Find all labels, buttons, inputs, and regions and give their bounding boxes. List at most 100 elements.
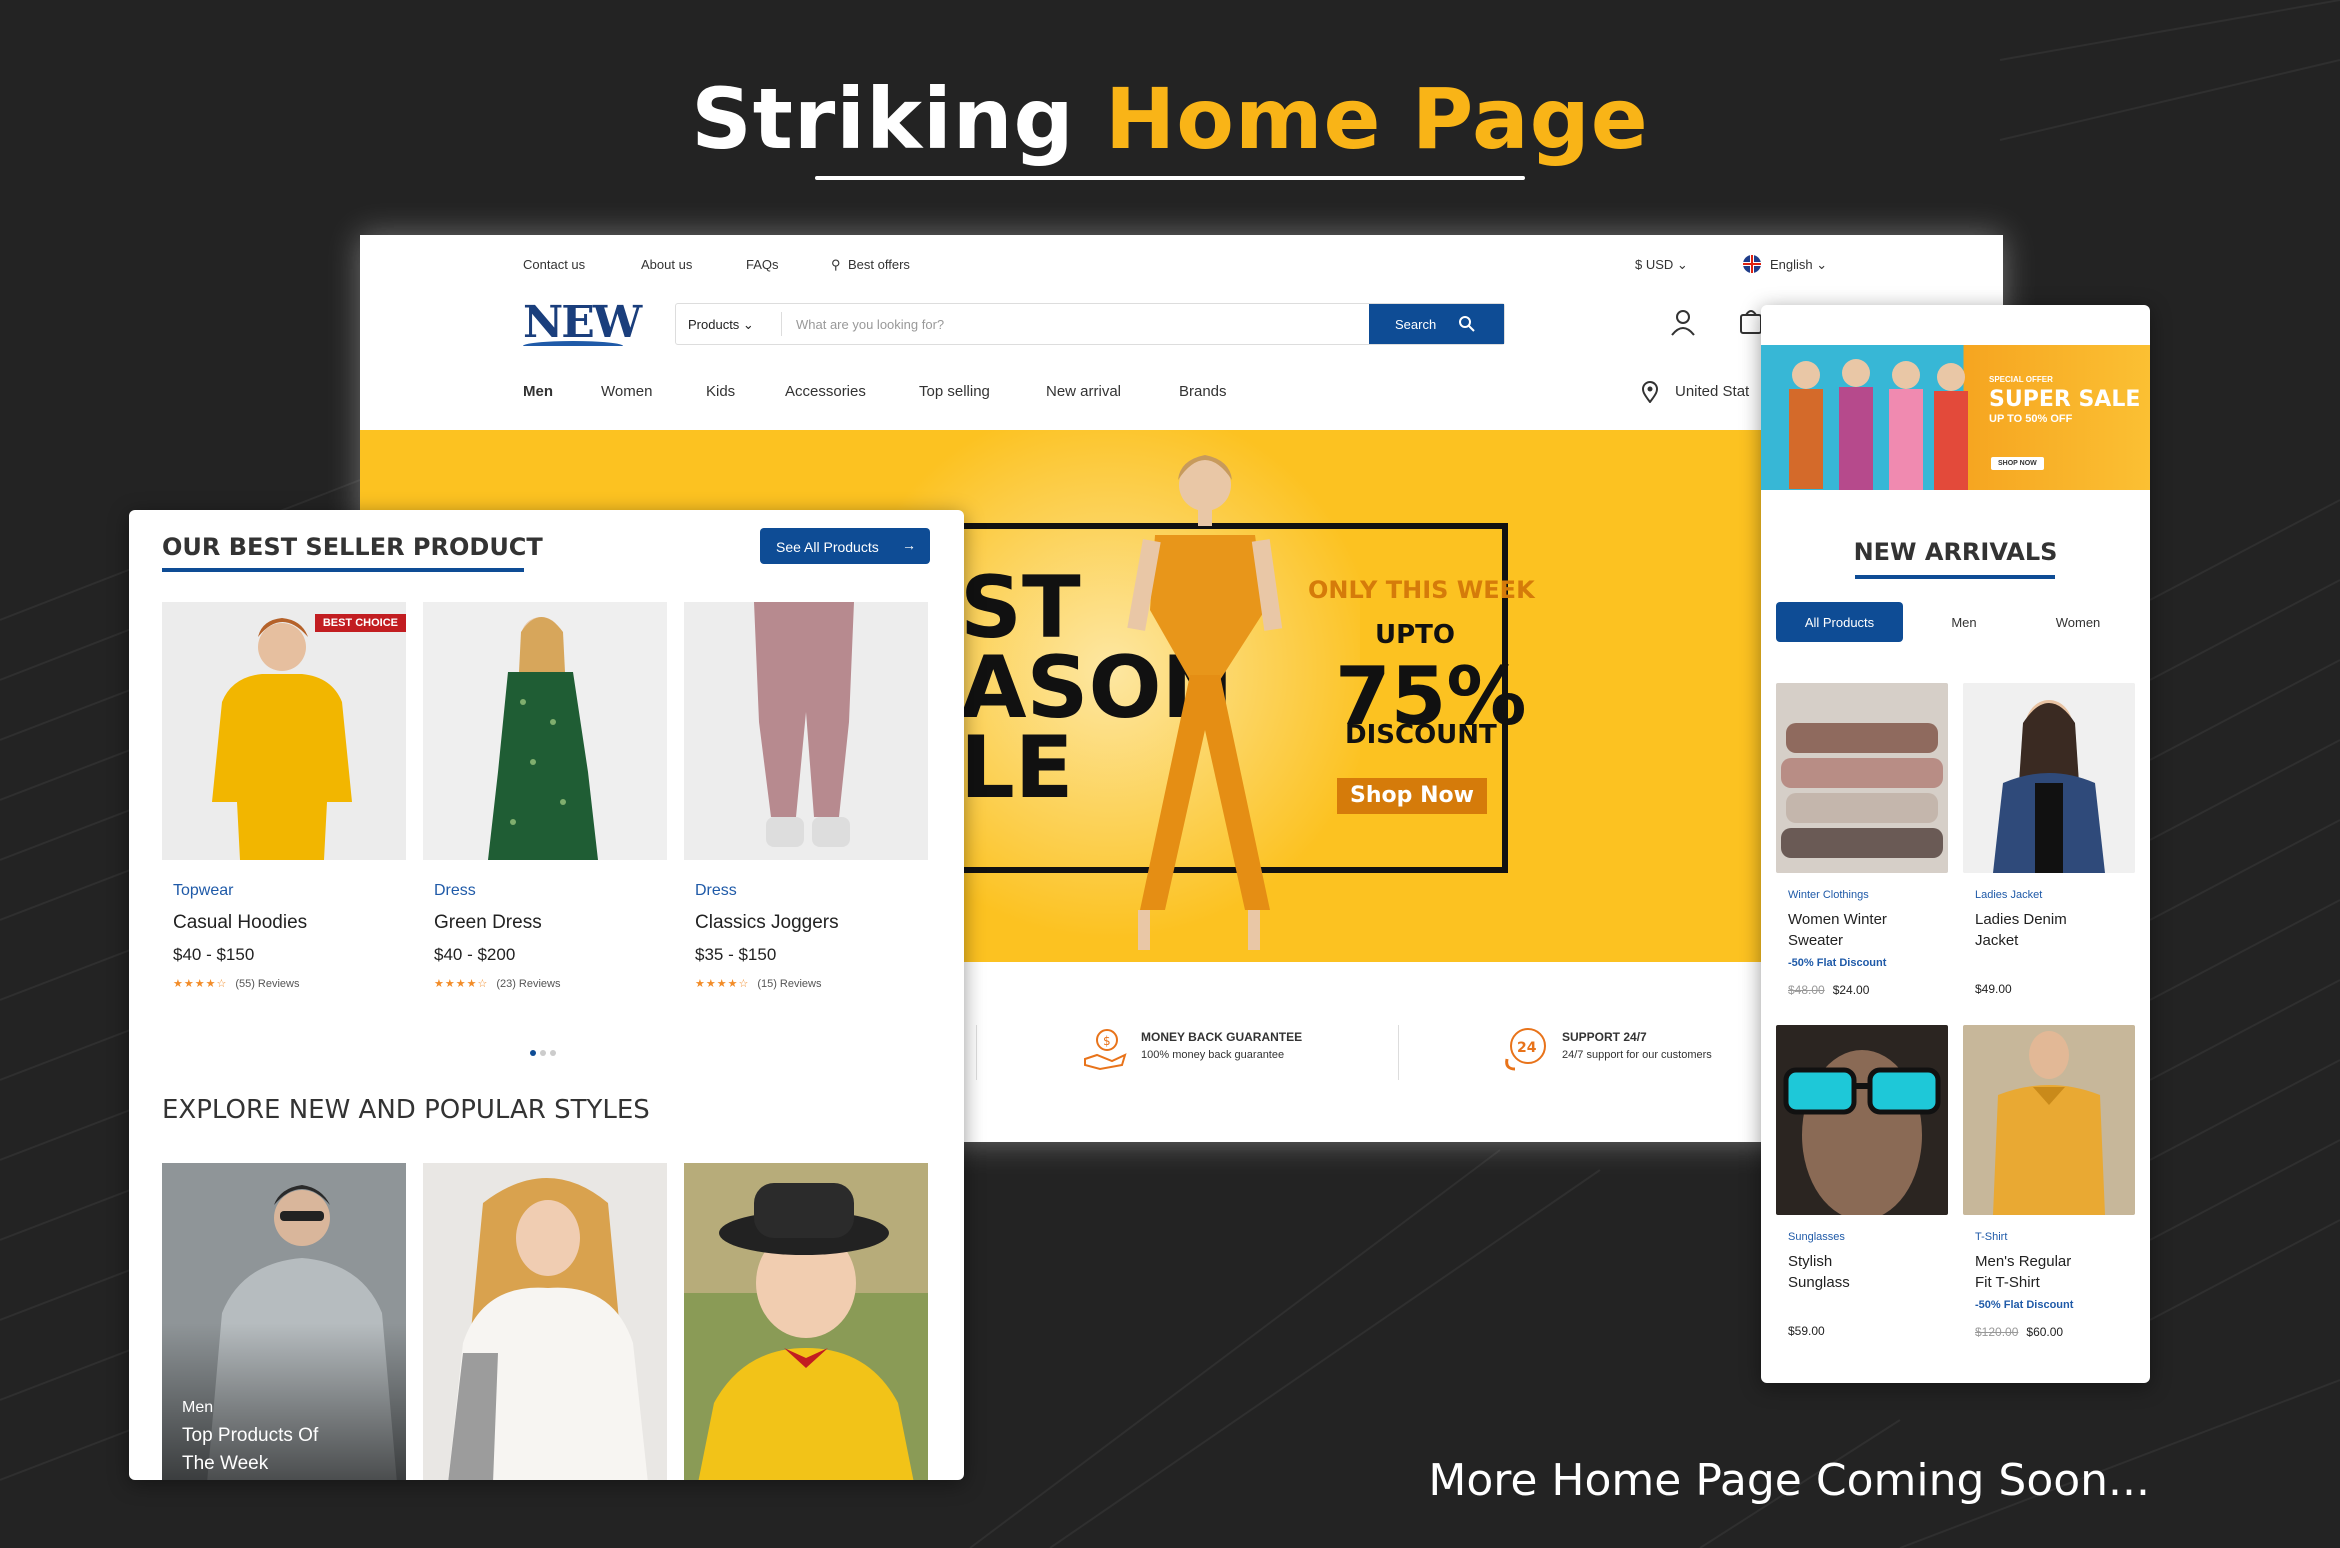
new-arrivals-title: NEW ARRIVALS (1853, 538, 2058, 566)
product-name-line-2: Jacket (1975, 932, 2019, 949)
feature-money-back-sub: 100% money back guarantee (1141, 1049, 1285, 1061)
tab-men[interactable]: Men (1919, 602, 2009, 642)
nav-accessories[interactable]: Accessories (785, 383, 866, 400)
product-name[interactable]: Stylish Sunglass (1788, 1251, 1948, 1293)
product-price: $120.00 $60.00 (1975, 1325, 2135, 1339)
product-image (1963, 1025, 2135, 1215)
product-name[interactable]: Green Dress (434, 912, 667, 934)
nav-top-selling[interactable]: Top selling (919, 383, 990, 400)
product-name[interactable]: Women Winter Sweater (1788, 909, 1948, 951)
money-back-icon: $ (1084, 1029, 1127, 1071)
product-image (684, 602, 928, 860)
location-label[interactable]: United Stat (1675, 383, 1749, 400)
banner-special: SPECIAL OFFER (1989, 375, 2053, 384)
product-rating: ★★★★☆ (15) Reviews (695, 977, 928, 990)
new-arrivals-panel: SPECIAL OFFER SUPER SALE UP TO 50% OFF S… (1761, 305, 2150, 1383)
best-offers-link[interactable]: Best offers (848, 257, 910, 272)
feature-support-title: SUPPORT 24/7 (1562, 1030, 1647, 1044)
arrival-product-card[interactable]: Sunglasses Stylish Sunglass $59.00 (1776, 1025, 1948, 1338)
search-category-label: Products (688, 317, 740, 332)
svg-text:$: $ (1103, 1034, 1111, 1048)
explore-card-women[interactable] (423, 1163, 667, 1480)
explore-card-men[interactable]: Men Top Products Of The Week (162, 1163, 406, 1480)
product-name[interactable]: Casual Hoodies (173, 912, 406, 934)
explore-title: EXPLORE NEW AND POPULAR STYLES (162, 1095, 650, 1125)
product-category: Topwear (173, 882, 234, 899)
product-price: $40 - $200 (434, 945, 516, 964)
hero-discount: DISCOUNT (1345, 720, 1497, 750)
logo[interactable]: NEW (523, 297, 642, 348)
product-image: BEST CHOICE (162, 602, 406, 860)
product-name[interactable]: Ladies Denim Jacket (1975, 909, 2135, 951)
explore-card-title-2: The Week (182, 1453, 269, 1474)
title-underline (815, 176, 1525, 180)
star-rating-icon: ★★★★☆ (695, 978, 750, 990)
showcase-title: Striking Home Page (0, 70, 2340, 168)
language-label: English (1770, 257, 1813, 272)
location-icon (1640, 381, 1660, 407)
best-choice-badge: BEST CHOICE (314, 614, 406, 632)
product-card[interactable]: BEST CHOICE Topwear Casual Hoodies $40 -… (162, 602, 406, 990)
product-image (1776, 683, 1948, 873)
product-name-line-1: Women Winter (1788, 911, 1887, 928)
old-price: $48.00 (1788, 983, 1825, 997)
banner-upto: UP TO 50% OFF (1989, 413, 2073, 425)
nav-kids[interactable]: Kids (706, 383, 735, 400)
carousel-dots[interactable] (530, 1043, 560, 1061)
feature-money-back: MONEY BACK GUARANTEE 100% money back gua… (1141, 1030, 1302, 1061)
user-icon[interactable] (1670, 308, 1696, 336)
feature-money-back-title: MONEY BACK GUARANTEE (1141, 1030, 1303, 1044)
super-sale-banner[interactable]: SPECIAL OFFER SUPER SALE UP TO 50% OFF S… (1761, 345, 2150, 490)
nav-men[interactable]: Men (523, 383, 553, 400)
product-name-line-1: Men's Regular (1975, 1253, 2072, 1270)
product-name[interactable]: Classics Joggers (695, 912, 928, 934)
tab-women[interactable]: Women (2023, 602, 2133, 642)
search-category-select[interactable]: Products ⌄ (688, 317, 754, 333)
product-card[interactable]: Dress Classics Joggers $35 - $150 ★★★★☆ (… (684, 602, 928, 990)
product-image (1963, 683, 2135, 873)
price: $60.00 (2026, 1325, 2064, 1339)
contact-link[interactable]: Contact us (523, 257, 585, 272)
search-input[interactable]: What are you looking for? (796, 317, 944, 332)
price: $24.00 (1832, 983, 1870, 997)
title-white: Striking (691, 70, 1075, 168)
faqs-link[interactable]: FAQs (746, 257, 779, 272)
nav-brands[interactable]: Brands (1179, 383, 1227, 400)
search-button[interactable]: Search (1369, 304, 1504, 344)
price: $59.00 (1788, 1324, 1825, 1338)
arrival-product-card[interactable]: Winter Clothings Women Winter Sweater -50… (1776, 683, 1948, 997)
see-all-products-button[interactable]: See All Products → (760, 528, 930, 564)
arrival-product-card[interactable]: Ladies Jacket Ladies Denim Jacket $49.00 (1963, 683, 2135, 996)
product-category: Dress (434, 882, 476, 899)
coming-soon-text: More Home Page Coming Soon... (1428, 1455, 2150, 1506)
nav-women[interactable]: Women (601, 383, 652, 400)
hero-line-3: LE (960, 718, 1074, 818)
svg-text:24: 24 (1517, 1040, 1537, 1056)
review-count: (55) Reviews (235, 978, 300, 990)
product-name[interactable]: Men's Regular Fit T-Shirt (1975, 1251, 2135, 1293)
product-price: $59.00 (1788, 1324, 1948, 1338)
nav-new-arrival[interactable]: New arrival (1046, 383, 1121, 400)
tab-all-products[interactable]: All Products (1776, 602, 1903, 642)
feature-support-sub: 24/7 support for our customers (1562, 1049, 1712, 1061)
title-highlight: Home Page (1104, 70, 1649, 168)
bestseller-panel: OUR BEST SELLER PRODUCT See All Products… (129, 510, 964, 1480)
product-category: Ladies Jacket (1975, 889, 2043, 901)
product-card[interactable]: Dress Green Dress $40 - $200 ★★★★☆ (23) R… (423, 602, 667, 990)
currency-select[interactable]: $ USD ⌄ (1635, 257, 1688, 273)
product-category: Sunglasses (1788, 1231, 1845, 1243)
about-link[interactable]: About us (641, 257, 692, 272)
product-image (423, 602, 667, 860)
search-button-label: Search (1395, 317, 1437, 332)
arrival-product-card[interactable]: T-Shirt Men's Regular Fit T-Shirt -50% Fl… (1963, 1025, 2135, 1339)
explore-card-kids[interactable] (684, 1163, 928, 1480)
product-name-line-2: Sweater (1788, 932, 1844, 949)
shop-now-button[interactable]: Shop Now (1337, 778, 1487, 814)
language-select[interactable]: English ⌄ (1770, 257, 1827, 273)
search-bar: Products ⌄ What are you looking for? Sea… (675, 303, 1505, 345)
hero-only-this-week: ONLY THIS WEEK (1308, 576, 1535, 604)
model-image (1127, 455, 1283, 950)
banner-shop-now-button[interactable]: SHOP NOW (1991, 457, 2044, 470)
explore-card-tag: Men (182, 1399, 214, 1416)
product-discount: -50% Flat Discount (1788, 957, 1887, 969)
